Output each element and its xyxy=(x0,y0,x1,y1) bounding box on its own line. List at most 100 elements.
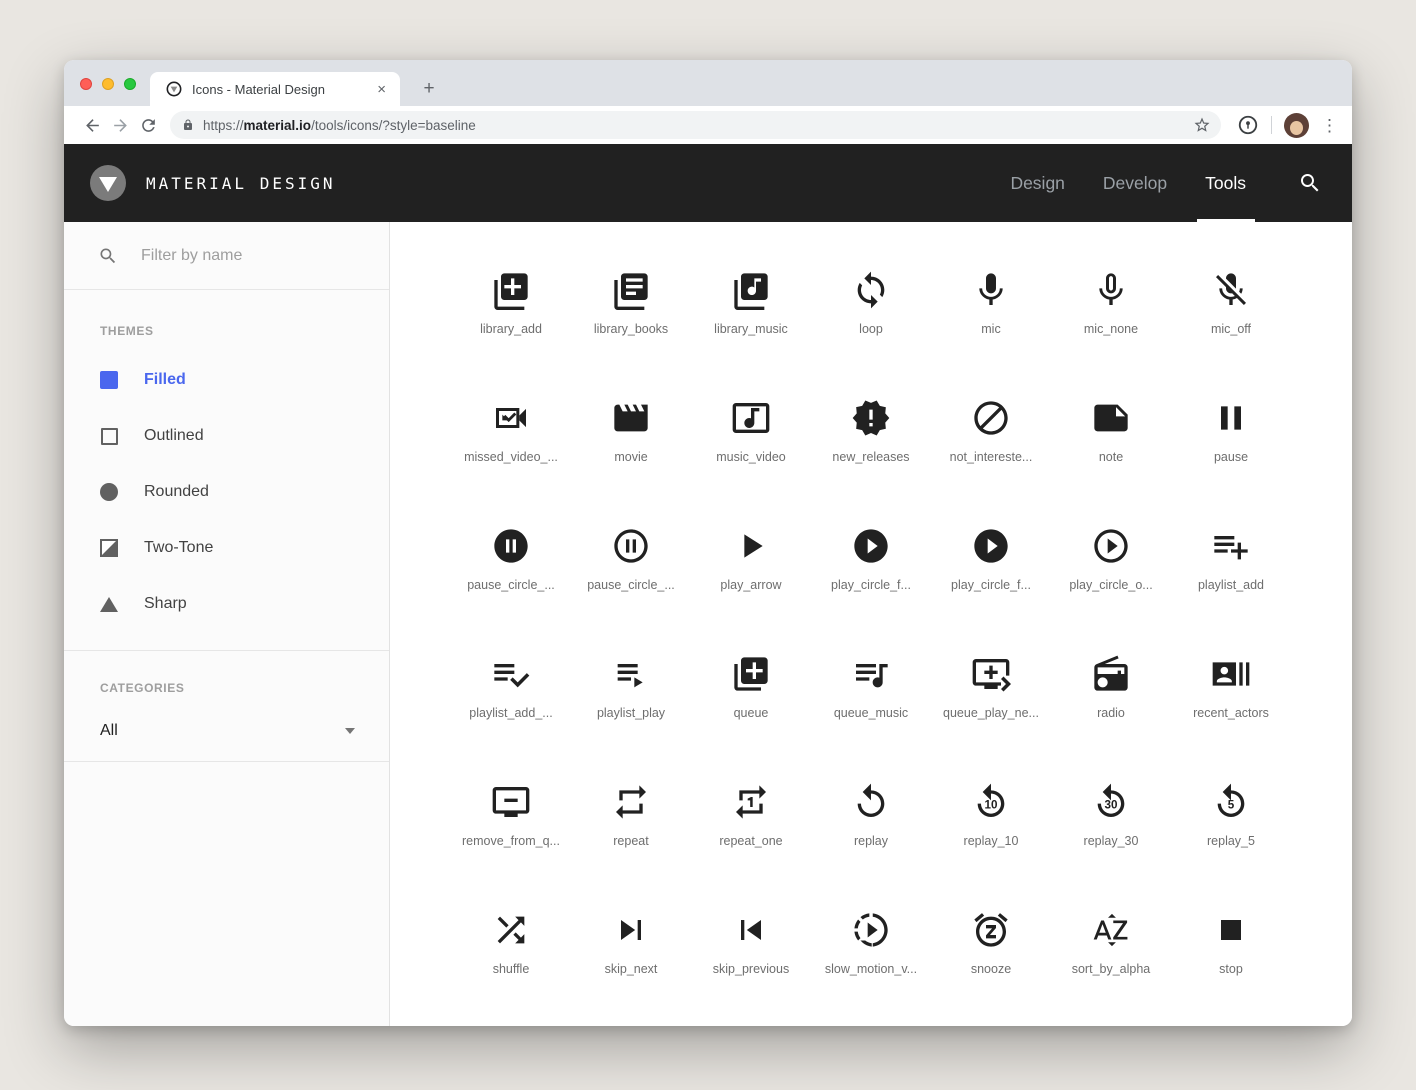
mic_none-icon xyxy=(1091,270,1131,310)
browser-menu-icon[interactable]: ⋮ xyxy=(1321,117,1338,134)
tab-title: Icons - Material Design xyxy=(192,82,373,97)
bookmark-star-icon[interactable] xyxy=(1193,116,1211,134)
nav-design[interactable]: Design xyxy=(1010,144,1064,222)
icon-label: not_intereste... xyxy=(950,450,1033,464)
icon-label: queue xyxy=(734,706,769,720)
icon-cell-stop[interactable]: stop xyxy=(1171,906,1291,1026)
close-window-button[interactable] xyxy=(80,78,92,90)
icon-label: remove_from_q... xyxy=(462,834,560,848)
reload-button[interactable] xyxy=(134,111,162,139)
browser-window: Icons - Material Design × + https://mate… xyxy=(64,60,1352,1026)
note-icon xyxy=(1091,398,1131,438)
icon-cell-replay_30[interactable]: 30replay_30 xyxy=(1051,778,1171,906)
queue-icon xyxy=(731,654,771,694)
icon-cell-recent_actors[interactable]: recent_actors xyxy=(1171,650,1291,778)
header-search-icon[interactable] xyxy=(1298,171,1322,195)
material-design-logo-icon[interactable] xyxy=(90,165,126,201)
icon-label: playlist_play xyxy=(597,706,665,720)
icon-cell-queue_music[interactable]: queue_music xyxy=(811,650,931,778)
icon-cell-library_add[interactable]: library_add xyxy=(451,266,571,394)
icon-cell-playlist_play[interactable]: playlist_play xyxy=(571,650,691,778)
icon-cell-remove_from_queue[interactable]: remove_from_q... xyxy=(451,778,571,906)
two-tone-theme-icon xyxy=(100,539,118,557)
icon-cell-queue_play_next[interactable]: queue_play_ne... xyxy=(931,650,1051,778)
forward-button[interactable] xyxy=(106,111,134,139)
icon-cell-snooze[interactable]: snooze xyxy=(931,906,1051,1026)
icon-cell-play_circle_filled_white[interactable]: play_circle_f... xyxy=(931,522,1051,650)
icon-cell-play_circle_filled[interactable]: play_circle_f... xyxy=(811,522,931,650)
icon-label: snooze xyxy=(971,962,1011,976)
icon-cell-movie[interactable]: movie xyxy=(571,394,691,522)
icon-cell-library_music[interactable]: library_music xyxy=(691,266,811,394)
chevron-down-icon xyxy=(345,728,355,734)
theme-item-rounded[interactable]: Rounded xyxy=(64,464,389,520)
theme-item-outlined[interactable]: Outlined xyxy=(64,408,389,464)
new-tab-button[interactable]: + xyxy=(416,76,442,102)
icon-label: skip_previous xyxy=(713,962,789,976)
icon-cell-playlist_add_check[interactable]: playlist_add_... xyxy=(451,650,571,778)
tab-close-icon[interactable]: × xyxy=(373,81,390,98)
icon-cell-library_books[interactable]: library_books xyxy=(571,266,691,394)
theme-item-sharp[interactable]: Sharp xyxy=(64,576,389,632)
profile-avatar[interactable] xyxy=(1284,113,1309,138)
icon-label: queue_play_ne... xyxy=(943,706,1039,720)
nav-develop[interactable]: Develop xyxy=(1103,144,1167,222)
icon-label: music_video xyxy=(716,450,785,464)
theme-item-filled[interactable]: Filled xyxy=(64,352,389,408)
svg-text:30: 30 xyxy=(1105,799,1118,812)
icon-grid: library_addlibrary_bookslibrary_musicloo… xyxy=(451,222,1291,1026)
repeat_one-icon xyxy=(731,782,771,822)
icon-cell-missed_video_call[interactable]: missed_video_... xyxy=(451,394,571,522)
icon-cell-mic_off[interactable]: mic_off xyxy=(1171,266,1291,394)
zoom-window-button[interactable] xyxy=(124,78,136,90)
reload-icon xyxy=(139,116,158,135)
icon-cell-radio[interactable]: radio xyxy=(1051,650,1171,778)
back-button[interactable] xyxy=(78,111,106,139)
icon-cell-repeat_one[interactable]: repeat_one xyxy=(691,778,811,906)
icon-cell-mic[interactable]: mic xyxy=(931,266,1051,394)
minimize-window-button[interactable] xyxy=(102,78,114,90)
icon-cell-play_arrow[interactable]: play_arrow xyxy=(691,522,811,650)
site-header: MATERIAL DESIGN Design Develop Tools xyxy=(64,144,1352,222)
icon-cell-slow_motion_video[interactable]: slow_motion_v... xyxy=(811,906,931,1026)
loop-icon xyxy=(851,270,891,310)
icon-cell-pause_circle_outline[interactable]: pause_circle_... xyxy=(571,522,691,650)
extension-icon[interactable] xyxy=(1237,114,1259,136)
icon-cell-sort_by_alpha[interactable]: sort_by_alpha xyxy=(1051,906,1171,1026)
address-bar[interactable]: https://material.io/tools/icons/?style=b… xyxy=(170,111,1221,139)
browser-tab[interactable]: Icons - Material Design × xyxy=(150,72,400,106)
queue_music-icon xyxy=(851,654,891,694)
icon-cell-skip_next[interactable]: skip_next xyxy=(571,906,691,1026)
nav-tools[interactable]: Tools xyxy=(1205,144,1246,222)
brand-title[interactable]: MATERIAL DESIGN xyxy=(146,174,336,193)
icon-cell-pause[interactable]: pause xyxy=(1171,394,1291,522)
icon-label: play_circle_f... xyxy=(951,578,1031,592)
icon-cell-music_video[interactable]: music_video xyxy=(691,394,811,522)
icon-cell-not_interested[interactable]: not_intereste... xyxy=(931,394,1051,522)
icon-cell-repeat[interactable]: repeat xyxy=(571,778,691,906)
replay_5-icon: 5 xyxy=(1211,782,1251,822)
icon-cell-queue[interactable]: queue xyxy=(691,650,811,778)
slow_motion_video-icon xyxy=(851,910,891,950)
theme-item-two-tone[interactable]: Two-Tone xyxy=(64,520,389,576)
skip_previous-icon xyxy=(731,910,771,950)
icon-cell-loop[interactable]: loop xyxy=(811,266,931,394)
icon-cell-pause_circle_filled[interactable]: pause_circle_... xyxy=(451,522,571,650)
icon-cell-new_releases[interactable]: new_releases xyxy=(811,394,931,522)
icon-cell-mic_none[interactable]: mic_none xyxy=(1051,266,1171,394)
filter-input[interactable] xyxy=(141,247,365,265)
playlist_add-icon xyxy=(1211,526,1251,566)
icon-cell-play_circle_outline[interactable]: play_circle_o... xyxy=(1051,522,1171,650)
filled-theme-icon xyxy=(100,371,118,389)
icon-cell-replay[interactable]: replay xyxy=(811,778,931,906)
icon-cell-note[interactable]: note xyxy=(1051,394,1171,522)
icon-cell-replay_10[interactable]: 10replay_10 xyxy=(931,778,1051,906)
themes-label: THEMES xyxy=(64,324,389,338)
icon-cell-shuffle[interactable]: shuffle xyxy=(451,906,571,1026)
library_add-icon xyxy=(491,270,531,310)
icon-label: queue_music xyxy=(834,706,908,720)
icon-cell-playlist_add[interactable]: playlist_add xyxy=(1171,522,1291,650)
icon-cell-skip_previous[interactable]: skip_previous xyxy=(691,906,811,1026)
category-select[interactable]: All xyxy=(64,717,389,745)
icon-cell-replay_5[interactable]: 5replay_5 xyxy=(1171,778,1291,906)
